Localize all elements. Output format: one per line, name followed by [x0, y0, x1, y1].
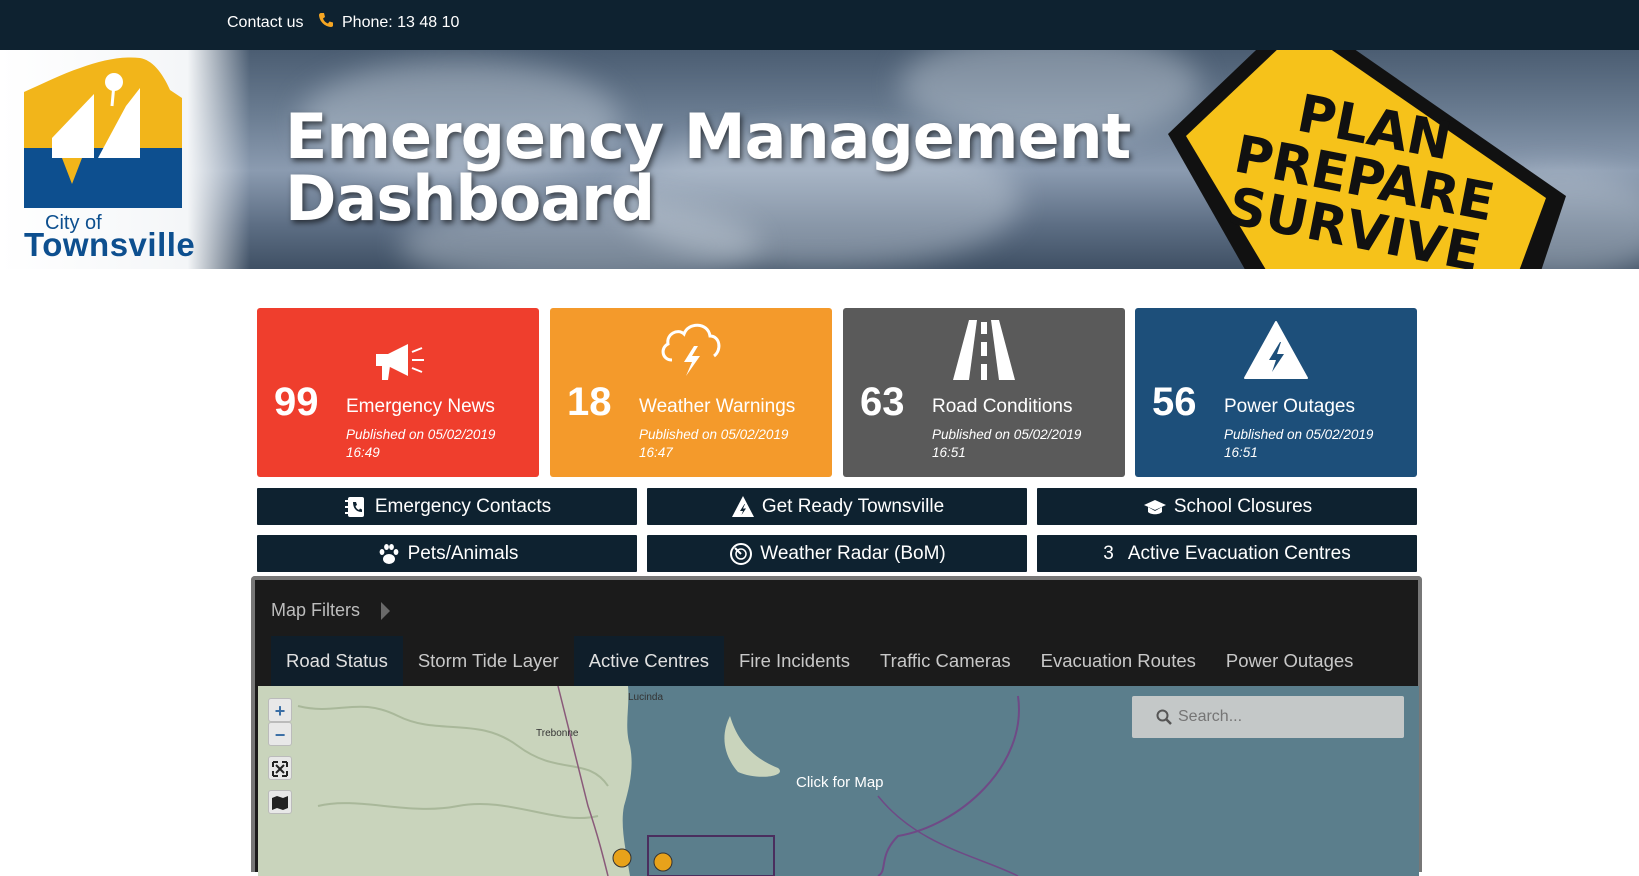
- emergency-news-label: Emergency News: [346, 396, 495, 417]
- tab-evacuation-routes[interactable]: Evacuation Routes: [1026, 636, 1211, 686]
- page-title-line1: Emergency Management: [285, 100, 1131, 173]
- zoom-in-button[interactable]: +: [268, 698, 292, 722]
- contact-us-link[interactable]: Contact us: [227, 14, 303, 32]
- page-title: Emergency Management Dashboard: [285, 100, 1131, 235]
- weather-warnings-label: Weather Warnings: [639, 396, 796, 417]
- weather-radar-label: Weather Radar (BoM): [760, 542, 946, 564]
- road-conditions-tile[interactable]: 63 Road Conditions Published on 05/02/20…: [843, 308, 1125, 477]
- radar-icon: [728, 541, 754, 567]
- map-layer-tabs: Road Status Storm Tide Layer Active Cent…: [271, 636, 1368, 686]
- logo-town-text: Townsville: [24, 226, 196, 263]
- click-for-map-label[interactable]: Click for Map: [796, 774, 884, 791]
- tab-road-status[interactable]: Road Status: [271, 636, 403, 686]
- weather-warnings-published: Published on 05/02/2019 16:47: [639, 427, 789, 460]
- tab-fire-incidents[interactable]: Fire Incidents: [724, 636, 865, 686]
- map-search-box[interactable]: [1132, 696, 1404, 738]
- zoom-out-button[interactable]: −: [268, 722, 292, 746]
- emergency-news-tile[interactable]: 99 Emergency News Published on 05/02/201…: [257, 308, 539, 477]
- road-icon: [953, 320, 1015, 380]
- power-warning-icon: [1244, 321, 1308, 379]
- contact-card-icon: [343, 494, 369, 520]
- weather-warnings-tile[interactable]: 18 Weather Warnings Published on 05/02/2…: [550, 308, 832, 477]
- phone-icon: [319, 13, 333, 27]
- emergency-contacts-button[interactable]: Emergency Contacts: [257, 488, 637, 525]
- emergency-contacts-label: Emergency Contacts: [374, 495, 552, 517]
- road-conditions-label: Road Conditions: [932, 396, 1073, 417]
- active-evacuation-centres-button[interactable]: 3 Active Evacuation Centres: [1037, 535, 1417, 572]
- fullscreen-icon[interactable]: [268, 756, 292, 780]
- caret-right-icon[interactable]: [381, 602, 390, 620]
- tab-storm-tide-layer[interactable]: Storm Tide Layer: [403, 636, 574, 686]
- emergency-news-published: Published on 05/02/2019 16:49: [346, 427, 496, 460]
- pets-animals-label: Pets/Animals: [407, 542, 519, 564]
- phone-number[interactable]: Phone: 13 48 10: [342, 14, 459, 32]
- top-bar: Contact us Phone: 13 48 10: [0, 0, 1639, 50]
- map-search-input[interactable]: [1178, 706, 1378, 728]
- search-icon: [1156, 709, 1172, 725]
- emergency-news-count: 99: [274, 380, 319, 424]
- tab-active-centres[interactable]: Active Centres: [573, 636, 724, 686]
- storm-cloud-icon: [661, 323, 721, 376]
- tab-traffic-cameras[interactable]: Traffic Cameras: [865, 636, 1026, 686]
- graduation-cap-icon: [1142, 494, 1168, 520]
- map-label-trebonne: Trebonne: [536, 728, 579, 739]
- power-outages-label: Power Outages: [1224, 396, 1355, 417]
- map-label-lucinda: Lucinda: [628, 692, 664, 703]
- header-banner: City of Townsville Emergency Management …: [0, 50, 1639, 269]
- map-filters-label[interactable]: Map Filters: [271, 600, 360, 621]
- layers-map-icon[interactable]: [268, 790, 292, 814]
- school-closures-button[interactable]: School Closures: [1037, 488, 1417, 525]
- warning-triangle-icon: [730, 494, 756, 520]
- townsville-logo-icon[interactable]: [22, 54, 192, 216]
- page-title-line2: Dashboard: [285, 162, 655, 235]
- paw-icon: [376, 541, 402, 567]
- map-panel: Map Filters Road Status Storm Tide Layer…: [251, 576, 1422, 876]
- map-area[interactable]: Lucinda Trebonne Click for Map + −: [258, 686, 1419, 876]
- weather-warnings-count: 18: [567, 380, 612, 424]
- pets-animals-button[interactable]: Pets/Animals: [257, 535, 637, 572]
- get-ready-townsville-button[interactable]: Get Ready Townsville: [647, 488, 1027, 525]
- weather-radar-button[interactable]: Weather Radar (BoM): [647, 535, 1027, 572]
- road-conditions-count: 63: [860, 380, 905, 424]
- evacuation-centres-label: Active Evacuation Centres: [1127, 542, 1351, 564]
- tab-power-outages[interactable]: Power Outages: [1211, 636, 1369, 686]
- school-closures-label: School Closures: [1173, 495, 1313, 517]
- road-conditions-published: Published on 05/02/2019 16:51: [932, 427, 1082, 460]
- power-outages-count: 56: [1152, 380, 1197, 424]
- megaphone-icon: [376, 344, 424, 380]
- evacuation-centres-count: 3: [1103, 542, 1114, 564]
- power-outages-tile[interactable]: 56 Power Outages Published on 05/02/2019…: [1135, 308, 1417, 477]
- get-ready-townsville-label: Get Ready Townsville: [761, 495, 945, 517]
- power-outages-published: Published on 05/02/2019 16:51: [1224, 427, 1374, 460]
